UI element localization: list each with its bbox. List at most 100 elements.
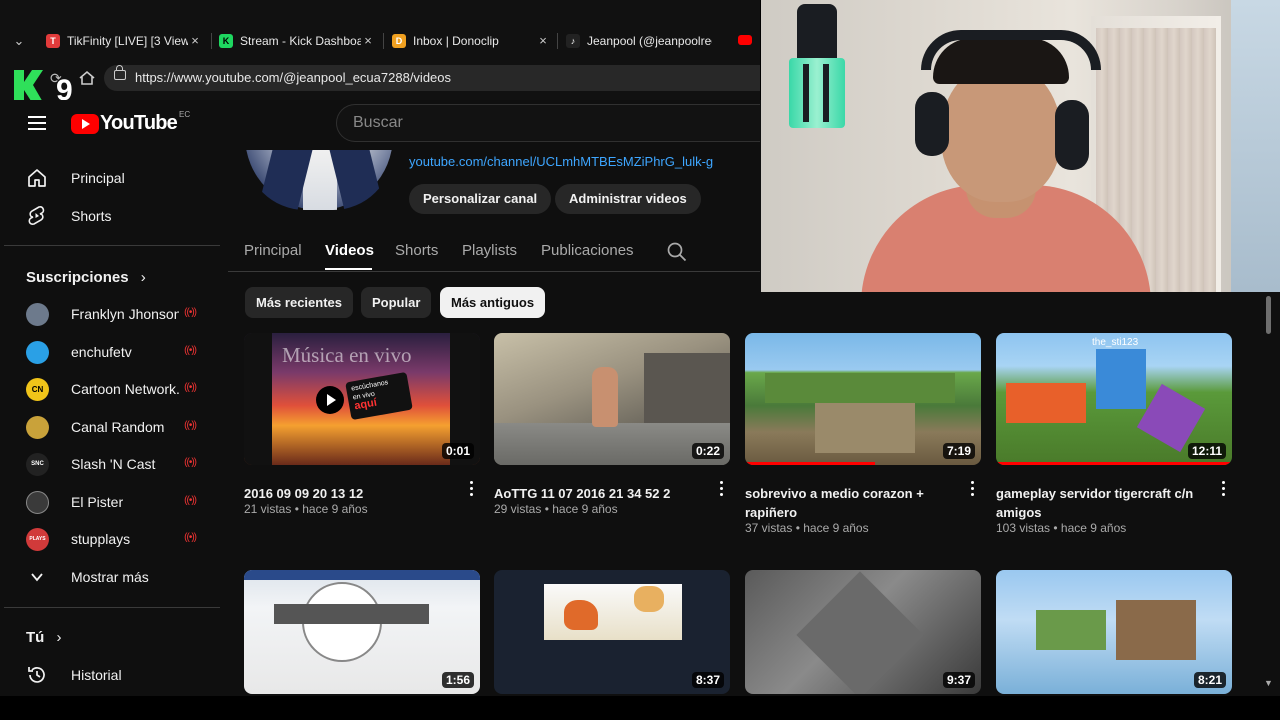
youtube-tab-favicon-icon[interactable] (738, 35, 752, 45)
subscription-item[interactable]: El Pister ((•)) (26, 490, 197, 514)
more-options-icon[interactable] (718, 481, 724, 499)
channel-name: stupplays (71, 531, 131, 547)
thumb-titlebar (244, 570, 480, 580)
tab-publicaciones[interactable]: Publicaciones (541, 242, 634, 259)
active-tab-indicator (325, 268, 372, 270)
video-thumbnail[interactable]: Música en vivo escúchanos en vivo aquí 0… (244, 333, 480, 465)
thumb-sword (1136, 383, 1206, 453)
scroll-down-icon[interactable]: ▼ (1264, 678, 1273, 688)
thumb-island (1116, 600, 1196, 660)
sidebar-item-history[interactable]: Historial (26, 665, 122, 685)
search-input[interactable] (351, 113, 735, 133)
video-thumbnail[interactable]: 9:37 (745, 570, 981, 694)
video-thumbnail[interactable]: 0:22 (494, 333, 730, 465)
tab-videos[interactable]: Videos (325, 242, 374, 259)
video-title[interactable]: gameplay servidor tigercraft c/n amigos (996, 484, 1206, 522)
tab-list-chevron-icon[interactable]: ⌄ (10, 32, 28, 50)
subscription-item[interactable]: PLAYS stupplays ((•)) (26, 527, 197, 551)
video-thumbnail[interactable]: the_sti123 12:11 (996, 333, 1232, 465)
more-options-icon[interactable] (969, 481, 975, 499)
thumb-grass (765, 373, 955, 403)
tab-shorts[interactable]: Shorts (395, 242, 438, 259)
live-indicator-icon: ((•)) (184, 420, 197, 431)
video-title[interactable]: AoTTG 11 07 2016 21 34 52 2 (494, 484, 704, 503)
video-thumbnail[interactable]: 1:56 (244, 570, 480, 694)
you-heading[interactable]: Tú › (26, 629, 62, 646)
video-meta: 37 vistas • hace 9 años (745, 521, 869, 535)
webcam-overlay (761, 0, 1280, 292)
channel-name: Cartoon Network... (71, 381, 179, 397)
thumb-sprite (564, 600, 598, 630)
video-card[interactable]: 8:21 (996, 570, 1232, 694)
tab-principal[interactable]: Principal (244, 242, 302, 259)
tab-title: Stream - Kick Dashboard (240, 34, 375, 48)
video-card[interactable]: 1:56 (244, 570, 480, 694)
thumb-overlay-text: the_sti123 (1092, 337, 1139, 348)
tab-playlists[interactable]: Playlists (462, 242, 517, 259)
thumb-island (1036, 610, 1106, 650)
history-icon (26, 664, 48, 686)
channel-search-icon[interactable] (667, 242, 687, 262)
watch-progress-bar (996, 462, 1232, 465)
close-tab-icon[interactable]: × (361, 28, 375, 54)
subscriptions-heading[interactable]: Suscripciones › (26, 269, 146, 286)
cam-lamp (783, 4, 845, 130)
show-more-button[interactable]: Mostrar más (26, 567, 149, 587)
chip-oldest[interactable]: Más antiguos (440, 287, 546, 318)
video-thumbnail[interactable]: 8:37 (494, 570, 730, 694)
play-button-icon (316, 386, 344, 414)
video-thumbnail[interactable]: 7:19 (745, 333, 981, 465)
customize-channel-button[interactable]: Personalizar canal (409, 184, 552, 214)
video-card[interactable]: the_sti123 12:11 gameplay servidor tiger… (996, 333, 1232, 543)
video-card[interactable]: Música en vivo escúchanos en vivo aquí 0… (244, 333, 480, 533)
manage-videos-button[interactable]: Administrar videos (555, 184, 701, 214)
lock-icon[interactable] (114, 65, 126, 80)
tab-separator (211, 33, 212, 49)
channel-name: Slash 'N Cast (71, 456, 156, 472)
subscription-item[interactable]: enchufetv ((•)) (26, 340, 197, 364)
video-title[interactable]: sobrevivo a medio corazon + rapiñero (745, 484, 955, 522)
close-tab-icon[interactable]: × (536, 28, 550, 54)
browser-tab-kick[interactable]: K Stream - Kick Dashboard × (219, 28, 375, 54)
subscription-item[interactable]: Canal Random ((•)) (26, 415, 197, 439)
scrollbar-thumb[interactable] (1266, 296, 1271, 334)
browser-tab-tikfinity[interactable]: T TikFinity [LIVE] [3 Viewer × (46, 28, 202, 54)
video-card[interactable]: 9:37 (745, 570, 981, 694)
thumb-letterbox (244, 333, 272, 465)
more-options-icon[interactable] (1220, 481, 1226, 499)
channel-avatar-large[interactable] (245, 150, 393, 210)
video-title[interactable]: 2016 09 09 20 13 12 (244, 484, 454, 503)
video-card[interactable]: 0:22 AoTTG 11 07 2016 21 34 52 2 29 vist… (494, 333, 730, 533)
sidebar-item-principal[interactable]: Principal (26, 168, 125, 188)
url-text[interactable]: https://www.youtube.com/@jeanpool_ecua72… (135, 70, 451, 85)
browser-tab-tiktok[interactable]: ♪ Jeanpool (@jeanpoolred (566, 28, 712, 54)
channel-link[interactable]: youtube.com/channel/UCLmhMTBEsMZiPhrG_lu… (409, 154, 713, 169)
close-tab-icon[interactable]: × (188, 28, 202, 54)
live-indicator-icon: ((•)) (184, 382, 197, 393)
live-indicator-icon: ((•)) (184, 457, 197, 468)
chevron-down-icon (26, 566, 48, 588)
sidebar-item-label: Historial (71, 667, 122, 683)
tiktok-favicon-icon: ♪ (566, 34, 580, 48)
chip-recent[interactable]: Más recientes (245, 287, 353, 318)
browser-tab-donoclip[interactable]: D Inbox | Donoclip × (392, 28, 550, 54)
video-meta: 21 vistas • hace 9 años (244, 502, 368, 516)
sidebar-item-shorts[interactable]: Shorts (26, 206, 111, 226)
subscription-item[interactable]: SNC Slash 'N Cast ((•)) (26, 452, 197, 476)
search-box[interactable] (336, 104, 760, 142)
more-options-icon[interactable] (468, 481, 474, 499)
page-scrollbar[interactable] (1263, 294, 1273, 696)
video-thumbnail[interactable]: 8:21 (996, 570, 1232, 694)
video-card[interactable]: 8:37 (494, 570, 730, 694)
video-card[interactable]: 7:19 sobrevivo a medio corazon + rapiñer… (745, 333, 981, 543)
subscription-item[interactable]: Franklyn Jhonson ((•)) (26, 302, 197, 326)
chip-popular[interactable]: Popular (361, 287, 432, 318)
video-duration: 8:21 (1193, 672, 1226, 688)
channel-name: El Pister (71, 494, 124, 510)
browser-tab-strip: ⌄ T TikFinity [LIVE] [3 Viewer × K Strea… (0, 0, 760, 56)
channel-avatar (26, 415, 49, 439)
chevron-right-icon: › (56, 629, 62, 646)
thumb-block (796, 571, 924, 694)
tabs-divider (228, 271, 760, 272)
subscription-item[interactable]: CN Cartoon Network... ((•)) (26, 377, 197, 401)
